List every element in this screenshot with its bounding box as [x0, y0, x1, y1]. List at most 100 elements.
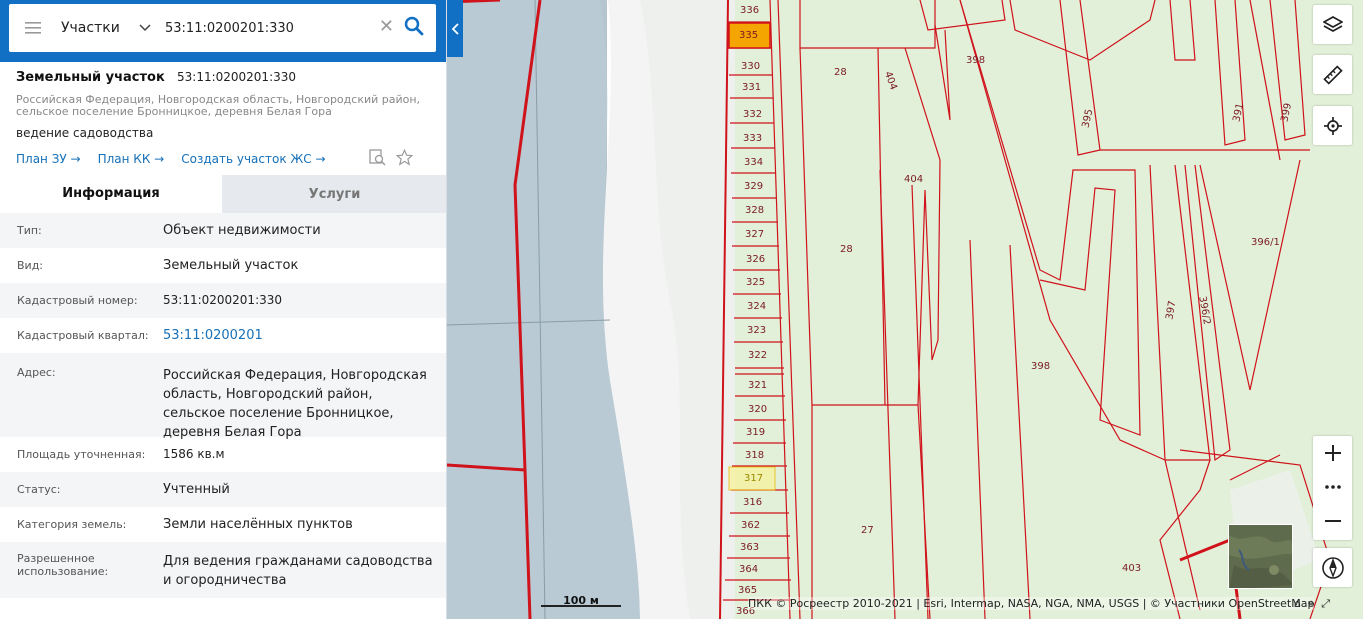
search-input[interactable]	[165, 20, 375, 36]
svg-text:28: 28	[840, 244, 853, 255]
expand-icon[interactable]: ⤢	[1321, 597, 1330, 611]
info-row-cadastral-number: Кадастровый номер: 53:11:0200201:330	[0, 283, 446, 318]
svg-text:322: 322	[748, 350, 767, 361]
object-address: Российская Федерация, Новгородская облас…	[16, 93, 421, 118]
object-header: Земельный участок 53:11:0200201:330 Росс…	[0, 62, 446, 169]
row-label: Статус:	[17, 483, 61, 496]
row-label: Вид:	[17, 259, 44, 272]
home-icon[interactable]: ⌂	[1294, 597, 1301, 611]
svg-text:328: 328	[745, 205, 764, 216]
crosshair-icon	[1323, 116, 1342, 135]
info-panel: Участки ✕ Земельный участок 53:11:020020…	[0, 0, 447, 619]
map-attribution: ПКК © Росреестр 2010-2021 | Esri, Interm…	[748, 597, 1315, 610]
scale-line	[541, 605, 621, 607]
svg-text:334: 334	[744, 157, 763, 168]
svg-text:396/1: 396/1	[1251, 237, 1280, 248]
satellite-minimap[interactable]	[1228, 524, 1293, 589]
info-row-land-category: Категория земель: Земли населённых пункт…	[0, 507, 446, 542]
zoom-out-button[interactable]	[1313, 504, 1352, 538]
zoom-controls	[1313, 436, 1352, 540]
tab-services[interactable]: Услуги	[222, 175, 446, 213]
target-icon[interactable]: ⌖	[1308, 597, 1314, 611]
locate-button[interactable]	[1313, 106, 1352, 145]
object-title: Земельный участок	[16, 70, 165, 85]
svg-text:327: 327	[745, 229, 764, 240]
zoom-in-button[interactable]	[1313, 436, 1352, 470]
star-icon[interactable]	[395, 148, 414, 169]
plus-icon	[1324, 445, 1341, 461]
link-plan-kk[interactable]: План КК →	[98, 152, 165, 166]
info-row-status: Статус: Учтенный	[0, 472, 446, 507]
svg-text:330: 330	[741, 61, 760, 72]
object-use: ведение садоводства	[16, 126, 154, 140]
svg-text:325: 325	[746, 277, 765, 288]
svg-text:326: 326	[746, 254, 765, 265]
row-label: Разрешенное использование:	[17, 552, 109, 578]
svg-text:28: 28	[834, 67, 847, 78]
compass-icon	[1321, 556, 1344, 579]
svg-text:364: 364	[739, 564, 758, 575]
svg-text:27: 27	[861, 525, 874, 536]
row-label: Тип:	[17, 224, 42, 237]
info-row-type: Тип: Объект недвижимости	[0, 213, 446, 248]
info-row-area: Площадь уточненная: 1586 кв.м	[0, 437, 446, 472]
object-cadastral-number: 53:11:0200201:330	[177, 70, 297, 84]
row-value: 53:11:0200201:330	[163, 293, 283, 307]
row-label: Категория земель:	[17, 518, 127, 531]
svg-text:333: 333	[743, 133, 762, 144]
info-rows: Тип: Объект недвижимости Вид: Земельный …	[0, 213, 446, 598]
svg-text:317: 317	[744, 473, 763, 484]
attribution-icons: ⌂ ⌖ ⤢	[1294, 597, 1330, 611]
row-value: Российская Федерация, Новгородская облас…	[163, 368, 427, 440]
info-tabs: Информация Услуги	[0, 175, 446, 213]
more-dots-icon	[1324, 485, 1341, 489]
zoom-more-button[interactable]	[1313, 470, 1352, 504]
row-value: Учтенный	[163, 482, 230, 497]
svg-text:398: 398	[1031, 361, 1050, 372]
cadastral-quarter-link[interactable]: 53:11:0200201	[163, 326, 437, 345]
layers-icon	[1322, 15, 1343, 32]
svg-text:318: 318	[745, 450, 764, 461]
link-create-plot[interactable]: Создать участок ЖС →	[181, 152, 325, 166]
ruler-icon	[1322, 64, 1343, 85]
clear-icon[interactable]: ✕	[379, 18, 394, 36]
svg-text:404: 404	[904, 174, 923, 185]
search-document-icon[interactable]	[369, 149, 386, 169]
link-plan-zu[interactable]: План ЗУ →	[16, 152, 81, 166]
search-icon[interactable]	[404, 16, 424, 40]
svg-text:320: 320	[748, 404, 767, 415]
collapse-panel-button[interactable]	[447, 0, 463, 57]
svg-text:331: 331	[742, 82, 761, 93]
tab-information[interactable]: Информация	[0, 175, 222, 213]
row-value: Объект недвижимости	[163, 223, 321, 238]
scale-bar: 100 м	[541, 594, 621, 610]
search-bar-container: Участки ✕	[0, 0, 446, 62]
compass-button[interactable]	[1313, 548, 1352, 587]
row-value: 1586 кв.м	[163, 447, 225, 461]
object-links: План ЗУ → План КК → Создать участок ЖС →	[16, 148, 430, 169]
info-row-kind: Вид: Земельный участок	[0, 248, 446, 283]
svg-text:363: 363	[740, 542, 759, 553]
layers-button[interactable]	[1313, 5, 1352, 44]
svg-text:319: 319	[746, 427, 765, 438]
hamburger-menu-icon[interactable]	[9, 4, 57, 52]
svg-text:316: 316	[743, 497, 762, 508]
row-label: Площадь уточненная:	[17, 448, 146, 461]
row-label: Кадастровый квартал:	[17, 329, 149, 342]
chevron-down-icon[interactable]	[139, 21, 157, 35]
search-type-select[interactable]: Участки	[57, 20, 139, 36]
svg-text:329: 329	[744, 181, 763, 192]
svg-text:362: 362	[741, 520, 760, 531]
minus-icon	[1324, 520, 1341, 522]
ruler-button[interactable]	[1313, 55, 1352, 94]
search-box: Участки ✕	[9, 4, 436, 52]
info-row-permitted-use: Разрешенное использование: Для ведения г…	[0, 542, 446, 598]
svg-text:324: 324	[747, 301, 766, 312]
row-label: Адрес:	[17, 366, 56, 379]
svg-text:336: 336	[740, 5, 759, 16]
svg-text:332: 332	[743, 109, 762, 120]
svg-text:335: 335	[739, 30, 758, 41]
row-value: Земельный участок	[163, 258, 299, 273]
row-value: Земли населённых пунктов	[163, 517, 353, 532]
svg-text:365: 365	[738, 585, 757, 596]
